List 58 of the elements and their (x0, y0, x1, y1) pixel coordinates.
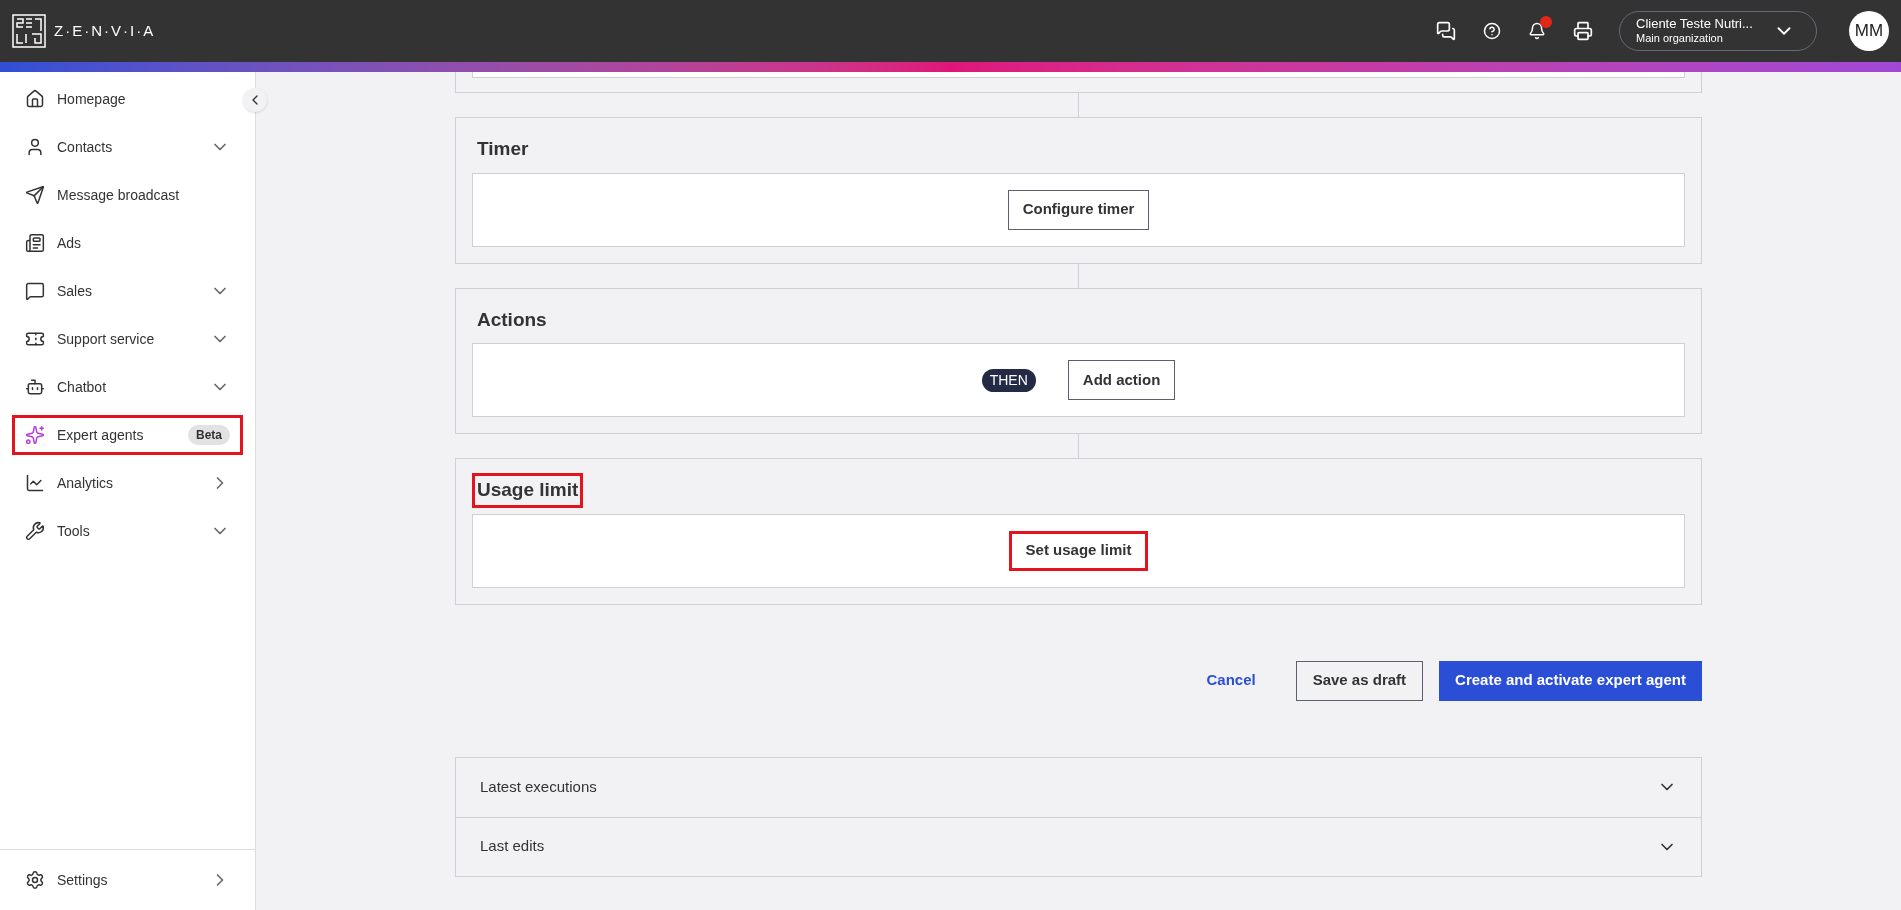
nav-item[interactable]: Contacts (12, 127, 243, 167)
help-icon[interactable] (1483, 22, 1501, 40)
nav-item[interactable]: Expert agents Beta (12, 415, 243, 455)
nav-item[interactable]: Support service (12, 319, 243, 359)
line-chart-icon (25, 473, 45, 493)
section-title: Actions (476, 307, 548, 332)
nav-label: Contacts (57, 137, 114, 157)
send-icon (25, 185, 45, 205)
chat-bubble-icon (25, 281, 45, 301)
person-icon (25, 137, 45, 157)
nav-item[interactable]: Tools (12, 511, 243, 551)
nav-label: Sales (57, 281, 94, 301)
section-action-button[interactable]: Add action (1067, 360, 1176, 400)
settings-icon (25, 870, 45, 890)
nav-item[interactable]: Message broadcast (12, 175, 243, 215)
accordion-title: Last edits (480, 836, 546, 857)
nav-label: Tools (57, 521, 91, 541)
then-tag: THEN (981, 368, 1036, 392)
collapse-sidebar-button[interactable] (243, 88, 267, 112)
nav-label: Message broadcast (57, 185, 181, 205)
brand-name: Z·E·N·V·I·A (54, 20, 156, 41)
nav-label: Chatbot (57, 377, 108, 397)
nav-label: Expert agents (57, 425, 145, 445)
section-action-button[interactable]: Configure timer (1007, 189, 1150, 230)
create-activate-button[interactable]: Create and activate expert agent (1439, 660, 1702, 701)
nav-label: Support service (57, 329, 156, 349)
nav-item[interactable]: Ads (12, 223, 243, 263)
nav-label: Homepage (57, 89, 127, 109)
section-action-button[interactable]: Set usage limit (1008, 530, 1149, 571)
save-draft-button[interactable]: Save as draft (1295, 660, 1424, 701)
nav-item[interactable]: Settings (12, 860, 243, 900)
accordion-header[interactable]: Last edits (456, 816, 1701, 876)
printer-icon[interactable] (1573, 21, 1593, 41)
accordion-title: Latest executions (480, 776, 598, 797)
avatar[interactable]: MM (1849, 11, 1889, 51)
nav-label: Analytics (57, 473, 115, 493)
logo-icon (12, 14, 46, 48)
chat-help-icon[interactable] (1436, 21, 1456, 41)
sparkles-icon (25, 425, 45, 445)
cancel-link[interactable]: Cancel (1182, 660, 1280, 701)
nav-item[interactable]: Homepage (12, 79, 243, 119)
nav-label: Ads (57, 233, 83, 253)
section-title: Usage limit (472, 473, 584, 508)
organization-name: Cliente Teste Nutri... (1636, 16, 1753, 33)
section-title: Timer (476, 137, 530, 161)
accordion-header[interactable]: Latest executions (456, 757, 1701, 817)
nav-item[interactable]: Sales (12, 271, 243, 311)
robot-icon (25, 377, 45, 397)
bell-icon (1528, 22, 1546, 40)
home-icon (25, 89, 45, 109)
ticket-icon (25, 329, 45, 349)
tools-icon (25, 521, 45, 541)
nav-label: Settings (57, 870, 109, 890)
document-icon (25, 233, 45, 253)
nav-item[interactable]: Analytics (12, 463, 243, 503)
organization-subtitle: Main organization (1636, 32, 1723, 46)
nav-item[interactable]: Chatbot (12, 367, 243, 407)
beta-badge: Beta (188, 425, 230, 445)
